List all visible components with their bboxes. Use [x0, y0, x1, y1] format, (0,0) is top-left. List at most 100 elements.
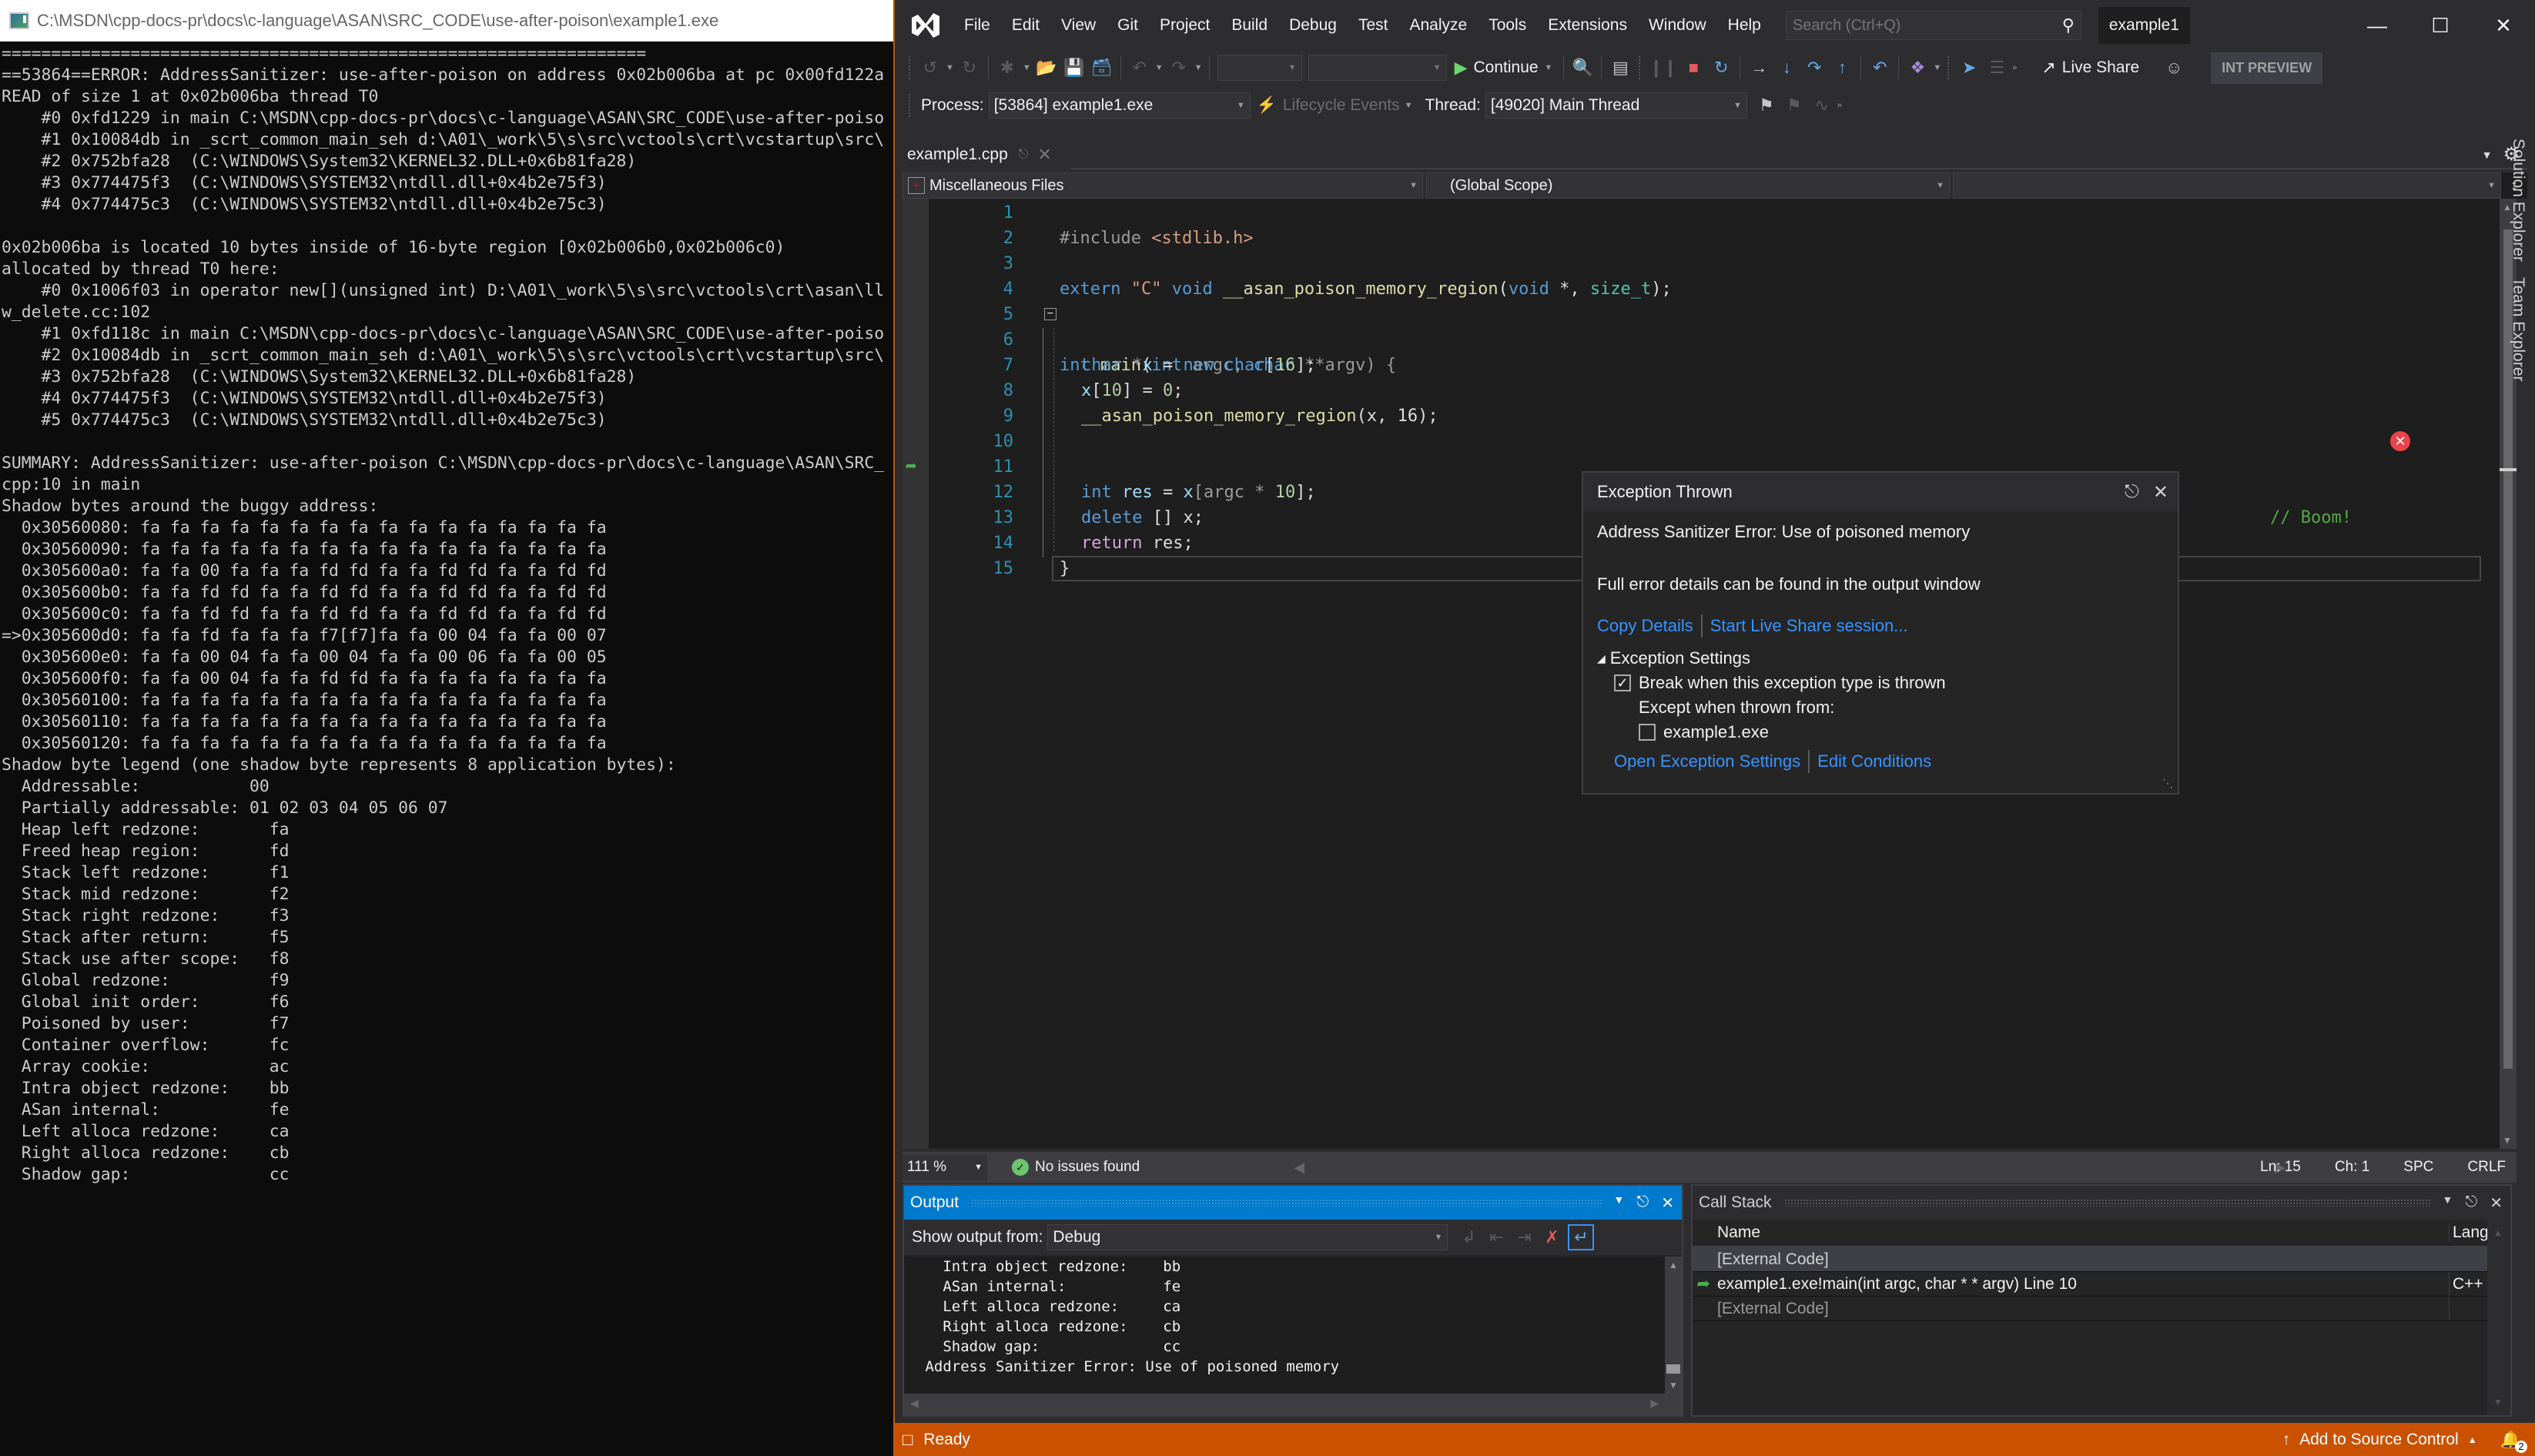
project-dropdown[interactable]: + Miscellaneous Files ▼ [902, 172, 1423, 199]
feedback-icon[interactable]: ☺ [2162, 55, 2185, 80]
exception-error-icon[interactable]: ✕ [2390, 431, 2410, 451]
open-exception-settings-link[interactable]: Open Exception Settings [1614, 751, 1800, 772]
close-icon[interactable]: ✕ [2490, 1193, 2503, 1213]
previous-message-icon[interactable]: ⇤ [1485, 1225, 1508, 1250]
search-input[interactable] [1792, 16, 2039, 35]
search-icon[interactable]: ⚲ [2062, 15, 2075, 35]
int-preview-badge[interactable]: INT PREVIEW [2211, 52, 2323, 84]
call-stack-row[interactable]: [External Code] [1693, 1297, 2487, 1321]
solution-explorer-tab[interactable]: Solution Explorer [2509, 139, 2527, 262]
menu-test[interactable]: Test [1348, 16, 1399, 35]
application-insights-icon[interactable]: ▤ [1609, 55, 1632, 80]
console-titlebar[interactable]: C:\MSDN\cpp-docs-pr\docs\c-language\ASAN… [0, 0, 893, 42]
add-to-source-control-button[interactable]: ↑ Add to Source Control ▲ [2282, 1431, 2477, 1449]
track-focus-icon[interactable]: ☰ [1985, 55, 2008, 80]
undo-icon[interactable]: ↶ [1128, 55, 1151, 80]
output-vertical-scrollbar[interactable]: ▲ ▼ [1665, 1257, 1682, 1394]
flag-thread-icon[interactable]: ⚑ [1755, 93, 1778, 118]
call-stack-scrollbar[interactable]: ▲ ▼ [2487, 1220, 2510, 1415]
menu-extensions[interactable]: Extensions [1537, 16, 1638, 35]
title-grip[interactable] [1783, 1199, 2430, 1207]
break-all-icon[interactable]: ❙❙ [1649, 55, 1677, 80]
break-when-thrown-checkbox[interactable]: ✓ [1614, 674, 1631, 691]
code-line-8[interactable]: __asan_poison_memory_region(x, 16); [929, 378, 2507, 426]
step-backward-icon[interactable]: ↶ [1868, 55, 1891, 80]
call-stack-row[interactable]: [External Code] [1693, 1247, 2487, 1272]
toolbar-grip[interactable] [1639, 56, 1642, 79]
scroll-down-icon[interactable]: ▼ [2493, 1397, 2503, 1407]
chevron-down-icon[interactable]: ▼ [1194, 63, 1203, 72]
column-header-name[interactable]: Name [1714, 1223, 2449, 1242]
zoom-dropdown[interactable]: 111 % ▼ [902, 1154, 987, 1180]
clear-all-icon[interactable]: ✗ [1540, 1225, 1563, 1250]
whitespace-indicator[interactable]: SPC [2403, 1159, 2433, 1176]
close-tab-icon[interactable]: ✕ [1037, 145, 1051, 165]
close-icon[interactable]: ✕ [1661, 1193, 1674, 1213]
toolbar-grip[interactable] [1947, 56, 1951, 79]
resize-grip-icon[interactable]: ⋱ [2162, 777, 2173, 790]
scroll-down-icon[interactable]: ▼ [2503, 1135, 2512, 1146]
column-indicator[interactable]: Ch: 1 [2335, 1159, 2369, 1176]
process-dropdown[interactable]: [53864] example1.exe ▼ [988, 92, 1251, 119]
code-line-7[interactable]: x[10] = 0; [929, 353, 2507, 400]
window-menu-icon[interactable]: ▼ [2443, 1193, 2453, 1213]
platform-dropdown[interactable]: ▼ [1308, 55, 1447, 81]
show-next-statement-icon[interactable]: → [1747, 55, 1770, 80]
scroll-up-icon[interactable]: ▲ [1669, 1260, 1678, 1270]
chevron-down-icon[interactable]: ▼ [1933, 63, 1941, 72]
word-wrap-toggle-icon[interactable]: ↵ [1568, 1224, 1595, 1250]
restart-icon[interactable]: ↻ [1710, 55, 1733, 80]
menu-window[interactable]: Window [1638, 16, 1717, 35]
tab-example1-cpp[interactable]: example1.cpp ⎋ ✕ [902, 140, 1070, 169]
chevron-down-icon[interactable]: ▼ [1545, 63, 1553, 72]
select-element-icon[interactable]: ➤ [1957, 55, 1981, 80]
chevron-down-icon[interactable]: ▼ [1155, 63, 1164, 72]
team-explorer-tab[interactable]: Team Explorer [2509, 277, 2527, 381]
collapse-icon[interactable]: − [1044, 308, 1057, 320]
menu-view[interactable]: View [1050, 16, 1107, 35]
stack-frame-icon[interactable]: ∿ [1810, 93, 1833, 118]
chevron-down-icon[interactable]: ▼ [946, 63, 954, 72]
save-icon[interactable]: 💾 [1063, 55, 1086, 80]
menu-help[interactable]: Help [1717, 16, 1772, 35]
pin-tab-icon[interactable]: ⎋ [1019, 148, 1029, 162]
search-box[interactable]: ⚲ [1785, 11, 2081, 40]
live-share-button[interactable]: ↗ Live Share [2041, 58, 2139, 78]
step-out-icon[interactable]: ↑ [1830, 55, 1854, 80]
edit-conditions-link[interactable]: Edit Conditions [1817, 751, 1931, 772]
menu-file[interactable]: File [953, 16, 1001, 35]
exception-settings-expander[interactable]: ◢ Exception Settings [1597, 648, 2164, 668]
toolbar-overflow-icon[interactable]: » [1837, 101, 1842, 110]
start-live-share-link[interactable]: Start Live Share session... [1710, 616, 1908, 636]
open-file-icon[interactable]: 📂 [1035, 55, 1058, 80]
line-ending-indicator[interactable]: CRLF [2467, 1159, 2506, 1176]
column-header-language[interactable]: Lang [2449, 1223, 2487, 1242]
goto-location-icon[interactable]: ↲ [1457, 1225, 1480, 1250]
title-grip[interactable] [971, 1199, 1602, 1207]
code-line-5[interactable]: − int main(int argc, char **argv) { [929, 302, 2507, 375]
scroll-up-icon[interactable]: ▲ [2493, 1227, 2503, 1238]
output-text[interactable]: Intra object redzone: bb ASan internal: … [904, 1257, 1665, 1394]
continue-button[interactable]: ▶ Continue ▼ [1455, 58, 1555, 78]
step-over-icon[interactable]: ↷ [1803, 55, 1826, 80]
lifecycle-events-button[interactable]: ⚡ Lifecycle Events ▼ [1257, 96, 1415, 115]
menu-tools[interactable]: Tools [1478, 16, 1537, 35]
call-stack-row[interactable]: ➦ example1.exe!main(int argc, char * * ar… [1693, 1272, 2487, 1297]
window-menu-icon[interactable]: ▼ [1614, 1193, 1625, 1213]
new-project-icon[interactable]: ✱ [996, 55, 1019, 80]
configuration-dropdown[interactable]: ▼ [1217, 55, 1302, 81]
chevron-down-icon[interactable]: ▼ [1023, 63, 1031, 72]
issues-indicator[interactable]: ✓ No issues found [1012, 1159, 1140, 1176]
menu-project[interactable]: Project [1149, 16, 1221, 35]
menu-build[interactable]: Build [1221, 16, 1278, 35]
navigate-forward-icon[interactable]: ↻ [958, 55, 981, 80]
glyph-margin[interactable] [902, 199, 929, 1149]
member-dropdown[interactable]: ▼ [1953, 172, 2501, 199]
tab-list-dropdown-icon[interactable]: ▼ [2482, 149, 2493, 161]
scroll-left-icon[interactable]: ◀ [910, 1397, 919, 1410]
hot-reload-icon[interactable]: ❖ [1906, 55, 1929, 80]
find-in-files-icon[interactable]: 🔍 [1571, 55, 1594, 80]
code-line-10[interactable]: ➦ int res = x[argc * 10]; // Boom! ✕ [906, 429, 2507, 527]
step-into-icon[interactable]: ↓ [1775, 55, 1798, 80]
scroll-left-icon[interactable]: ◀ [1294, 1160, 1304, 1176]
